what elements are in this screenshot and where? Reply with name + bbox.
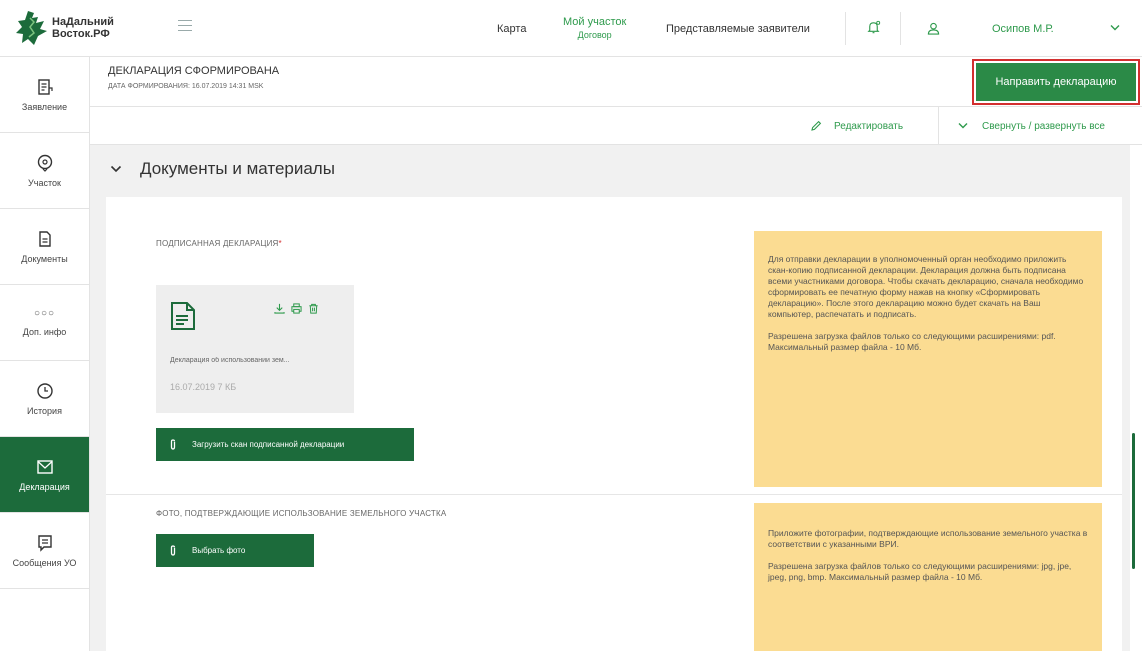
sidebar-item-plot[interactable]: Участок [0, 133, 89, 209]
nav-representatives[interactable]: Представляемые заявители [666, 0, 810, 57]
photos-info-box: Приложите фотографии, подтверждающие исп… [754, 503, 1102, 651]
signed-info-box: Для отправки декларации в уполномоченный… [754, 231, 1102, 487]
mail-icon [36, 459, 53, 474]
nav-map[interactable]: Карта [497, 0, 526, 57]
declaration-status: ДЕКЛАРАЦИЯ СФОРМИРОВАНА [108, 65, 280, 77]
nav-my-plot[interactable]: Мой участок Договор [563, 0, 626, 57]
message-icon [37, 534, 52, 552]
sidebar-item-label: Доп. инфо [22, 327, 67, 337]
declaration-date: ДАТА ФОРМИРОВАНИЯ: 16.07.2019 14:31 MSK [108, 83, 264, 90]
toolbar: Редактировать Свернуть / развернуть все [90, 107, 1142, 145]
sidebar-item-label: Документы [21, 253, 68, 264]
file-document-icon [171, 302, 195, 330]
sidebar-item-declaration[interactable]: Декларация [0, 437, 89, 513]
main-content: Документы и материалы ПОДПИСАННАЯ ДЕКЛАР… [90, 145, 1130, 651]
photos-info-text: Приложите фотографии, подтверждающие исп… [768, 528, 1088, 549]
paperclip-icon [170, 438, 176, 450]
sidebar-item-history[interactable]: История [0, 361, 89, 437]
signed-declaration-label: ПОДПИСАННАЯ ДЕКЛАРАЦИЯ* [156, 239, 282, 248]
collapse-label: Свернуть / развернуть все [982, 120, 1105, 132]
choose-photo-label: Выбрать фото [192, 546, 246, 555]
section-toggle[interactable]: Документы и материалы [110, 159, 335, 179]
upload-signed-scan-button[interactable]: Загрузить скан подписанной декларации [156, 428, 414, 461]
required-mark: * [278, 239, 282, 248]
logo-line2: Восток.РФ [52, 28, 110, 40]
documents-card: ПОДПИСАННАЯ ДЕКЛАРАЦИЯ* Декларация об ис… [106, 197, 1122, 651]
send-declaration-button[interactable]: Направить декларацию [976, 63, 1136, 101]
logo-line1: НаДальний [52, 16, 114, 28]
dots-icon: ○○○ [33, 308, 56, 319]
sidebar-item-label: Сообщения УО [12, 557, 77, 568]
edit-label: Редактировать [834, 120, 904, 132]
sidebar-item-messages[interactable]: Сообщения УО [0, 513, 89, 589]
download-icon[interactable] [274, 303, 285, 314]
logo-map-icon [16, 11, 47, 45]
chevron-down-icon [958, 123, 968, 129]
sidebar-item-label: Декларация [19, 481, 70, 492]
top-header: НаДальний Восток.РФ Карта Мой участок До… [0, 0, 1142, 57]
upload-signed-scan-label: Загрузить скан подписанной декларации [192, 440, 345, 449]
delete-icon[interactable] [308, 303, 319, 314]
clock-icon [36, 382, 53, 399]
sidebar-item-label: Заявление [21, 101, 68, 112]
sidebar-item-extra-info[interactable]: ○○○ Доп. инфо [0, 285, 89, 361]
scrollbar-thumb[interactable] [1132, 433, 1135, 569]
bell-icon [867, 20, 881, 34]
edit-button[interactable]: Редактировать [810, 107, 903, 145]
sidebar-item-label: История [27, 405, 62, 416]
notifications-button[interactable] [845, 12, 901, 45]
nav-my-plot-label: Мой участок [563, 15, 627, 28]
signed-info-extensions: Разрешена загрузка файлов только со след… [768, 331, 1056, 352]
sidebar: Заявление Участок Документы ○○○ Доп. инф… [0, 57, 90, 651]
pencil-icon [811, 120, 822, 131]
paperclip-icon [170, 544, 176, 556]
user-icon[interactable] [927, 22, 940, 35]
print-icon[interactable] [291, 303, 302, 314]
location-pin-icon [37, 154, 52, 172]
file-meta: 16.07.2019 7 КБ [170, 382, 237, 392]
status-bar: ДЕКЛАРАЦИЯ СФОРМИРОВАНА ДАТА ФОРМИРОВАНИ… [90, 57, 1142, 107]
document-edit-icon [37, 78, 53, 95]
toolbar-divider [938, 107, 939, 145]
sidebar-item-documents[interactable]: Документы [0, 209, 89, 285]
signed-info-text: Для отправки декларации в уполномоченный… [768, 254, 1084, 319]
nav-my-plot-sub: Договор [577, 29, 612, 40]
choose-photo-button[interactable]: Выбрать фото [156, 534, 314, 567]
send-button-highlight: Направить декларацию [972, 59, 1140, 105]
chevron-down-icon [110, 165, 122, 173]
collapse-expand-button[interactable]: Свернуть / развернуть все [958, 107, 1105, 145]
file-name[interactable]: Декларация об использовании зем... [170, 357, 345, 364]
photos-label: ФОТО, ПОДТВЕРЖДАЮЩИЕ ИСПОЛЬЗОВАНИЕ ЗЕМЕЛ… [156, 509, 447, 518]
chevron-down-icon[interactable] [1110, 24, 1120, 32]
menu-icon[interactable] [178, 20, 192, 32]
section-divider [106, 494, 1122, 495]
user-name[interactable]: Осипов М.Р. [992, 0, 1054, 57]
section-title: Документы и материалы [140, 159, 335, 178]
logo[interactable]: НаДальний Восток.РФ [14, 8, 114, 48]
sidebar-item-label: Участок [28, 177, 61, 188]
photos-info-extensions: Разрешена загрузка файлов только со след… [768, 561, 1072, 582]
sidebar-item-application[interactable]: Заявление [0, 57, 89, 133]
document-icon [38, 230, 51, 247]
file-card: Декларация об использовании зем... 16.07… [156, 285, 354, 413]
